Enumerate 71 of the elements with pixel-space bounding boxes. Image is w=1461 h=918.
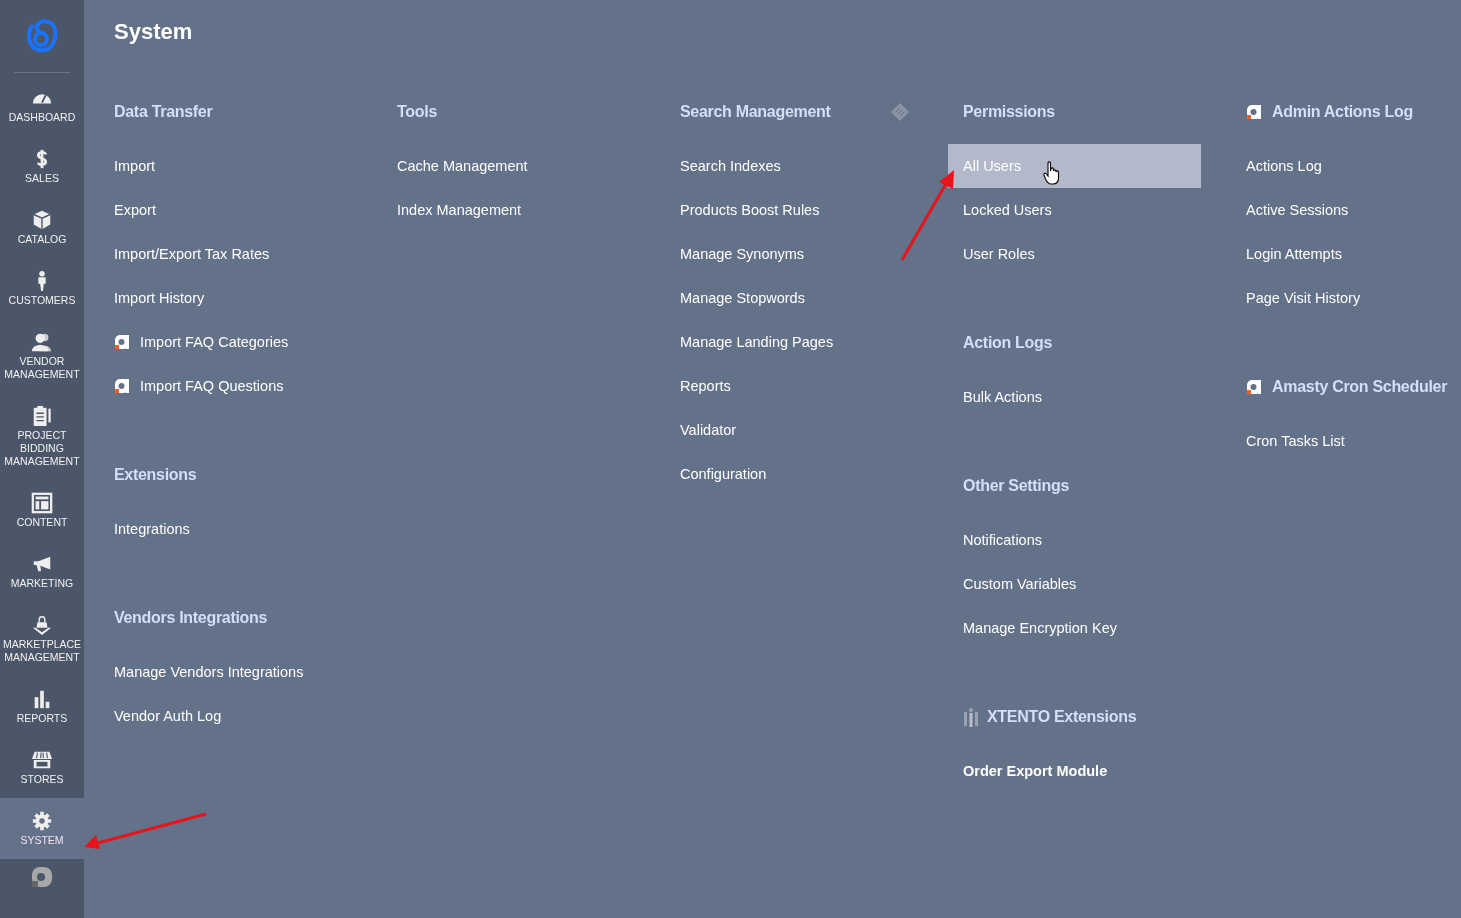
menu-link[interactable]: Active Sessions — [1231, 188, 1461, 232]
group-heading: Vendors Integrations — [114, 609, 269, 627]
group-heading: XTENTO Extensions — [987, 708, 1138, 726]
amasty-icon[interactable] — [30, 865, 54, 889]
sidebar-item[interactable]: VENDOR MANAGEMENT — [0, 319, 84, 393]
menu-link[interactable]: Configuration — [665, 452, 918, 496]
sidebar-item[interactable]: PROJECT BIDDING MANAGEMENT — [0, 393, 84, 480]
menu-link[interactable]: Manage Synonyms — [665, 232, 918, 276]
logo-icon[interactable] — [25, 17, 59, 55]
menu-link[interactable]: Custom Variables — [948, 562, 1201, 606]
menu-link[interactable]: Index Management — [382, 188, 635, 232]
menu-link[interactable]: Integrations — [99, 507, 352, 551]
shopping-bag-icon — [31, 614, 53, 636]
group-heading: Data Transfer — [114, 103, 214, 121]
group-heading: Other Settings — [963, 477, 1071, 495]
menu-link[interactable]: Import — [99, 144, 352, 188]
menu-link[interactable]: Validator — [665, 408, 918, 452]
menu-link[interactable]: Manage Encryption Key — [948, 606, 1201, 650]
menu-link[interactable]: Import FAQ Questions — [99, 364, 352, 408]
menu-link[interactable]: Reports — [665, 364, 918, 408]
hand-cursor-icon — [1043, 161, 1061, 185]
group-heading: Extensions — [114, 466, 198, 484]
diamond-icon — [890, 102, 910, 122]
settings-icon — [31, 810, 53, 832]
group-heading: Search Management — [680, 103, 832, 121]
group-heading: Amasty Cron Scheduler — [1272, 378, 1449, 396]
menu-link[interactable]: Search Indexes — [665, 144, 918, 188]
sidebar-item[interactable]: MARKETING — [0, 541, 84, 602]
sidebar-item[interactable]: CUSTOMERS — [0, 258, 84, 319]
menu-link[interactable]: Manage Stopwords — [665, 276, 918, 320]
group-heading: Admin Actions Log — [1272, 103, 1414, 121]
layout-icon — [31, 492, 53, 514]
group-heading: Permissions — [963, 103, 1056, 121]
menu-link[interactable]: Page Visit History — [1231, 276, 1461, 320]
menu-link[interactable]: Cache Management — [382, 144, 635, 188]
sidebar-item[interactable]: SYSTEM — [0, 798, 84, 859]
menu-link[interactable]: Import History — [99, 276, 352, 320]
menu-link[interactable]: Order Export Module — [948, 749, 1201, 793]
sidebar-item[interactable]: STORES — [0, 737, 84, 798]
menu-link[interactable]: Login Attempts — [1231, 232, 1461, 276]
menu-link[interactable]: Vendor Auth Log — [99, 694, 352, 738]
group-heading: Tools — [397, 103, 438, 121]
menu-link[interactable]: Locked Users — [948, 188, 1201, 232]
menu-link[interactable]: User Roles — [948, 232, 1201, 276]
sidebar-item[interactable]: REPORTS — [0, 676, 84, 737]
sidebar-item[interactable]: CONTENT — [0, 480, 84, 541]
menu-link[interactable]: Manage Landing Pages — [665, 320, 918, 364]
menu-link[interactable]: Actions Log — [1231, 144, 1461, 188]
menu-link[interactable]: Export — [99, 188, 352, 232]
box-icon — [31, 209, 53, 231]
amasty-icon — [1246, 104, 1262, 120]
amasty-icon — [1246, 379, 1262, 395]
sidebar-item[interactable]: DASHBOARD — [0, 75, 84, 136]
menu-link[interactable]: Import/Export Tax Rates — [99, 232, 352, 276]
menu-link[interactable]: Import FAQ Categories — [99, 320, 352, 364]
sidebar-item[interactable]: MARKETPLACE MANAGEMENT — [0, 602, 84, 676]
menu-link[interactable]: Cron Tasks List — [1231, 419, 1461, 463]
menu-link[interactable]: Bulk Actions — [948, 375, 1201, 419]
clipboard-icon — [31, 405, 53, 427]
group-heading: Action Logs — [963, 334, 1054, 352]
people-icon — [31, 331, 53, 353]
menu-link[interactable]: Manage Vendors Integrations — [99, 650, 352, 694]
amasty-icon — [114, 334, 130, 350]
menu-link[interactable]: Notifications — [948, 518, 1201, 562]
panel-title: System — [114, 18, 194, 46]
sidebar-item[interactable]: SALES — [0, 136, 84, 197]
sidebar-item[interactable]: CATALOG — [0, 197, 84, 258]
pillars-icon — [963, 707, 979, 727]
menu-link[interactable]: Products Boost Rules — [665, 188, 918, 232]
store-icon — [31, 749, 53, 771]
amasty-icon — [114, 378, 130, 394]
